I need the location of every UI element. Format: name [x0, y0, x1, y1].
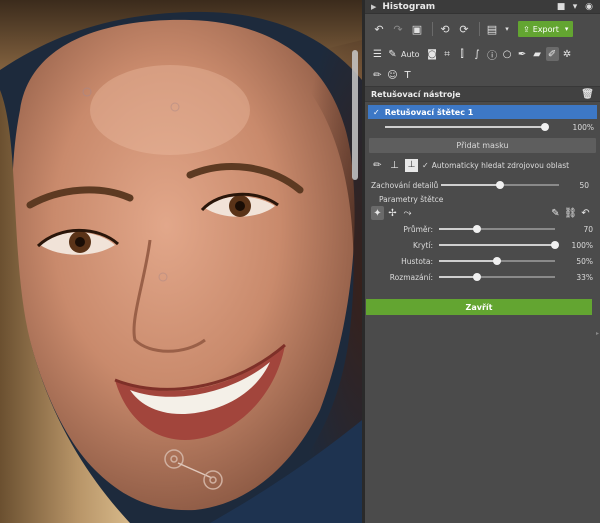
text-tool-icon[interactable]: T: [401, 68, 414, 82]
brush-slider-row: Rozmazání: 33%: [365, 269, 600, 285]
feather-slider[interactable]: [439, 273, 555, 281]
tools-row-2: ✏ ☺ T: [365, 64, 600, 86]
redo-icon[interactable]: ↷: [390, 21, 406, 37]
save-dropdown-icon[interactable]: ▾: [503, 21, 511, 37]
layer-item[interactable]: ✓ Retušovací štětec 1: [368, 105, 597, 119]
retouch-brush-icon[interactable]: ✐: [545, 47, 559, 61]
toolbar-separator: [432, 22, 433, 36]
brush-slider-row: Hustota: 50%: [365, 253, 600, 269]
undo-icon[interactable]: ↶: [371, 21, 387, 37]
slider-knob[interactable]: [496, 181, 504, 189]
brush-minus-icon[interactable]: ⤳: [401, 206, 414, 220]
levels-icon[interactable]: ⫿: [456, 47, 469, 61]
section-header: Retušovací nástroje 🗑: [365, 86, 600, 102]
crop-icon[interactable]: ⌗: [441, 47, 454, 61]
right-panel: ▶ Histogram ■ ▾ ◉ ↶ ↷ ▣ ⟲ ⟳ ▤ ▾ ⇪ Export…: [365, 0, 600, 523]
rotate-right-icon[interactable]: ⟳: [456, 21, 472, 37]
mask-icon[interactable]: ☺: [386, 68, 399, 82]
close-button[interactable]: Zavřít: [366, 299, 592, 315]
section-title: Retušovací nástroje: [371, 89, 461, 99]
export-icon: ⇪: [523, 24, 530, 34]
detail-row: Zachování detailů 50: [365, 177, 600, 193]
source-options-row: ✏ ⊥ ⊥ ✓ Automaticky hledat zdrojovou obl…: [365, 155, 600, 175]
brush-params-title: Parametry štětce: [379, 194, 444, 204]
feather-value: 33%: [576, 272, 593, 282]
density-slider[interactable]: [439, 257, 555, 265]
settings-circle-icon[interactable]: ◉: [584, 2, 594, 12]
brush-sliders: Průměr: 70 Krytí: 100% Hustota: 50% Rozm…: [365, 221, 600, 285]
slider-knob[interactable]: [473, 225, 482, 233]
slider-knob[interactable]: [540, 123, 549, 131]
main-toolbar: ↶ ↷ ▣ ⟲ ⟳ ▤ ▾ ⇪ Export ▾: [365, 14, 600, 44]
layer-opacity-slider[interactable]: [384, 123, 549, 131]
layer-checkbox[interactable]: ✓: [373, 108, 380, 117]
detail-value: 50: [579, 180, 589, 190]
photo-scrollbar[interactable]: [352, 40, 358, 190]
stamp-icon[interactable]: ⊥: [405, 158, 418, 172]
dropper-icon[interactable]: ✏: [371, 68, 384, 82]
brush-shape-icon[interactable]: ✎: [549, 206, 562, 220]
save-icon[interactable]: ▤: [484, 21, 500, 37]
photo-canvas[interactable]: [0, 0, 362, 523]
feather-label: Rozmazání:: [389, 272, 433, 282]
rotate-left-icon[interactable]: ⟲: [437, 21, 453, 37]
circle-icon[interactable]: ○: [501, 47, 514, 61]
density-value: 50%: [576, 256, 593, 266]
info-box-icon[interactable]: ⓘ: [486, 47, 499, 62]
brush-plus-icon[interactable]: ✢: [386, 206, 399, 220]
camera-icon[interactable]: ■: [556, 2, 566, 12]
brush-tools-row: ✦ ✢ ⤳ ✎ ⛓ ↶: [365, 205, 600, 221]
histogram-title: Histogram: [382, 1, 436, 12]
brush-icon[interactable]: ✏: [371, 158, 384, 172]
diameter-slider[interactable]: [439, 225, 555, 233]
pen-icon[interactable]: ✒: [516, 47, 529, 61]
opacity-slider[interactable]: [439, 241, 559, 249]
adjust-sliders-icon[interactable]: ☰: [371, 47, 384, 61]
diameter-value: 70: [583, 224, 593, 234]
brush-slider-row: Krytí: 100%: [365, 237, 600, 253]
toolbar-separator: [479, 22, 480, 36]
detail-label: Zachování detailů: [371, 180, 439, 190]
histogram-header[interactable]: ▶ Histogram ■ ▾ ◉: [365, 0, 600, 14]
scrollbar-thumb[interactable]: [352, 50, 358, 180]
curves-icon[interactable]: ∫: [471, 47, 484, 61]
brush-slider-row: Průměr: 70: [365, 221, 600, 237]
auto-source-label: Automaticky hledat zdrojovou oblast: [431, 160, 570, 170]
export-button[interactable]: ⇪ Export ▾: [518, 21, 574, 37]
tools-row-1: ☰ ✎ Auto ◙ ⌗ ⫿ ∫ ⓘ ○ ✒ ▰ ✐ ✲: [365, 44, 600, 64]
diameter-label: Průměr:: [403, 224, 433, 234]
link-icon[interactable]: ⛓: [564, 206, 577, 220]
brush-add-icon[interactable]: ✦: [371, 206, 384, 220]
opacity-label: Krytí:: [413, 240, 433, 250]
reset-icon[interactable]: ↶: [579, 206, 592, 220]
opacity-value: 100%: [571, 240, 593, 250]
slider-knob[interactable]: [493, 257, 501, 265]
auto-button[interactable]: Auto: [401, 50, 420, 59]
stamp-outline-icon[interactable]: ⊥: [388, 158, 401, 172]
auto-source-checkbox[interactable]: ✓: [422, 161, 429, 170]
layer-opacity-row: 100%: [365, 119, 600, 135]
panel-grip-icon[interactable]: ▸: [596, 330, 600, 344]
export-label: Export: [532, 24, 559, 34]
export-dropdown-icon: ▾: [564, 25, 569, 33]
expand-arrow-icon[interactable]: ▶: [371, 3, 376, 11]
slider-knob[interactable]: [551, 241, 559, 249]
eraser-icon[interactable]: ▰: [531, 47, 544, 61]
trash-icon[interactable]: 🗑: [581, 89, 594, 100]
slider-knob[interactable]: [473, 273, 482, 281]
layer-opacity-value: 100%: [572, 122, 594, 132]
dropdown-icon[interactable]: ▾: [570, 2, 580, 12]
density-label: Hustota:: [401, 256, 433, 266]
layer-name: Retušovací štětec 1: [384, 107, 474, 117]
gear-icon[interactable]: ✲: [561, 47, 574, 61]
camera-icon[interactable]: ◙: [426, 47, 439, 61]
image-icon[interactable]: ▣: [409, 21, 425, 37]
auto-wand-icon[interactable]: ✎: [386, 47, 399, 61]
add-mask-button[interactable]: Přidat masku: [369, 138, 596, 153]
detail-slider[interactable]: [441, 181, 559, 189]
